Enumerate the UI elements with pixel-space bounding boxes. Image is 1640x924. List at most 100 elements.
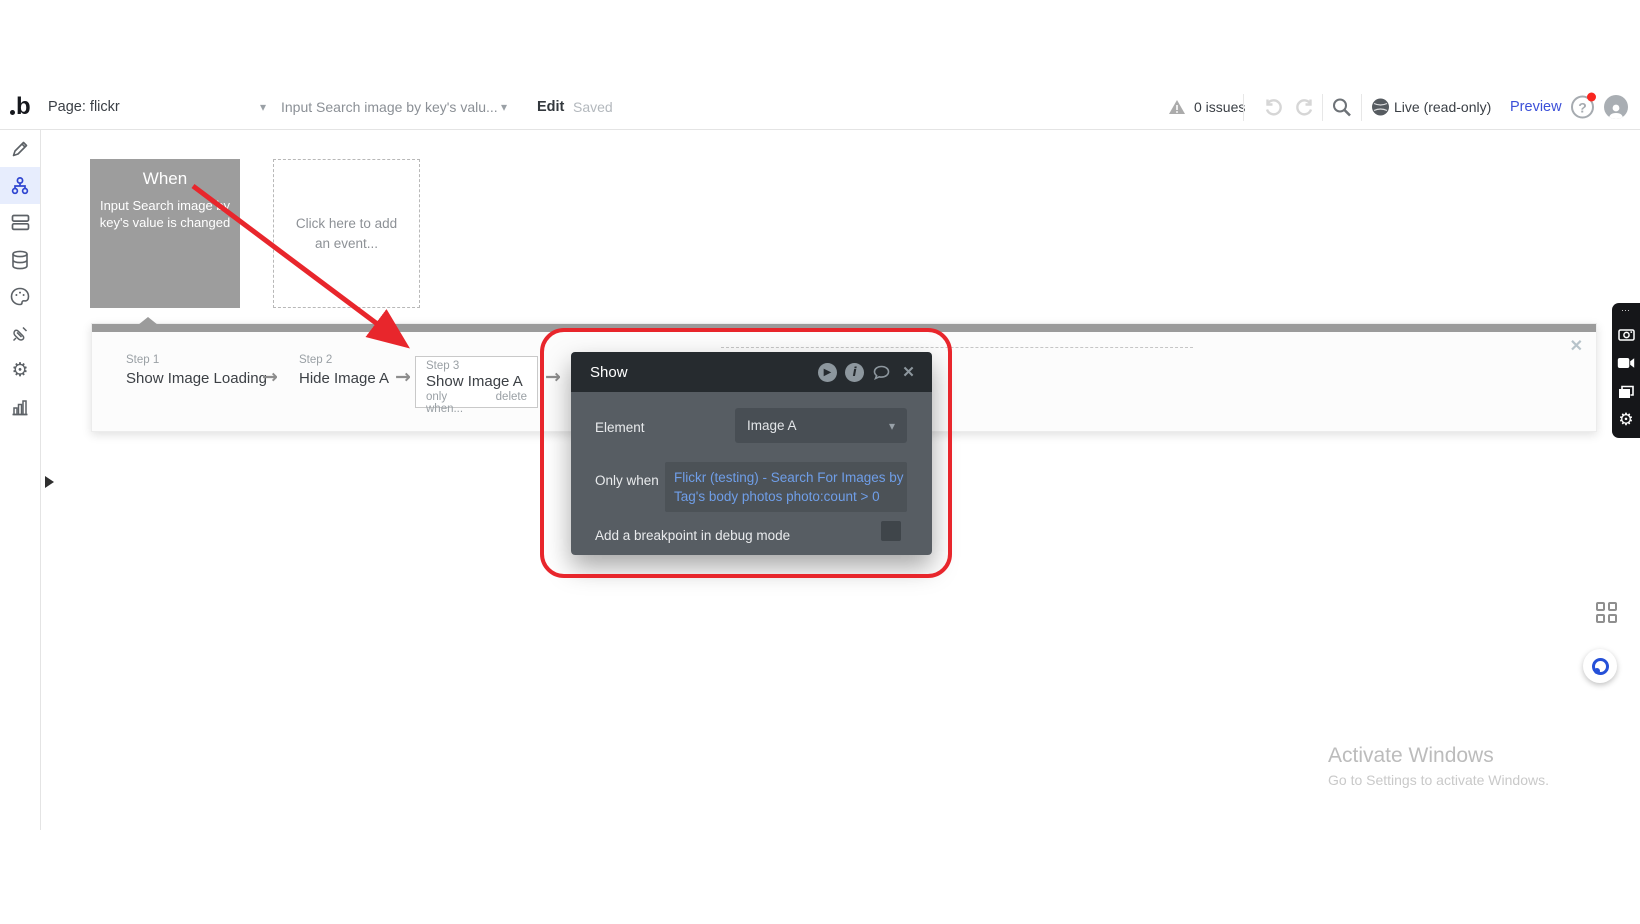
step-label: Step 1 [126,354,160,366]
sidebar-item-styles[interactable] [0,278,40,315]
element-dropdown[interactable]: Image A ▾ [735,408,907,443]
assistant-logo-icon [1591,657,1609,675]
popup-title: Show [590,363,628,381]
gear-icon: ⚙ [11,359,29,381]
step-name: Show Image A [426,373,523,390]
run-icon[interactable]: ▶ [818,362,837,382]
activate-windows-hint: Go to Settings to activate Windows. [1328,772,1549,788]
video-camera-icon [1617,357,1635,368]
preview-button[interactable]: Preview [1510,99,1562,115]
step-label: Step 3 [426,360,460,372]
edit-tab[interactable]: Edit [537,99,564,115]
pencil-icon [12,141,27,157]
comment-bubble-glyph [873,365,890,380]
step-1[interactable]: Step 1 Show Image Loading [126,354,267,387]
issues-indicator[interactable]: 0 issues [1168,99,1245,115]
palette-icon [10,287,30,306]
screen-recorder-bar: ⋯ ⚙ [1612,303,1640,438]
page-selector-label: Page: flickr [48,99,120,115]
help-button[interactable]: ? [1571,92,1596,119]
sidebar-item-workflow[interactable] [0,167,40,204]
add-event-box[interactable]: Click here to add an event... [273,159,420,308]
grid-square [1596,614,1605,623]
popup-body: Element Image A ▾ Only when Flickr (test… [571,392,932,555]
breakpoint-label: Add a breakpoint in debug mode [595,528,791,543]
activate-windows-watermark: Activate Windows [1328,744,1494,767]
sidebar-item-plugins[interactable] [0,315,40,352]
undo-button[interactable] [1262,96,1284,118]
user-avatar[interactable] [1604,95,1628,119]
bar-chart-icon [12,400,28,416]
search-button[interactable] [1331,97,1352,118]
page-selector[interactable]: Page: flickr ▾ [48,99,266,115]
issues-count: 0 issues [1194,99,1246,115]
condition-line: Flickr (testing) - Search For Images by [674,470,904,485]
sidebar-item-pages[interactable] [0,204,40,241]
toolbar-divider [1361,94,1362,121]
saved-status: Saved [573,99,613,115]
step-3-selected[interactable]: Step 3 Show Image A only when... delete [415,356,538,415]
workflow-event-selector[interactable]: Input Search image by key's valu... ▾ [281,99,507,115]
warning-icon [1169,100,1185,114]
undo-icon [1265,99,1282,116]
only-when-label: Only when [595,473,659,488]
sidebar-item-data[interactable] [0,241,40,278]
only-when-condition[interactable]: Flickr (testing) - Search For Images by … [665,462,907,512]
step-arrow-icon: → [545,366,561,388]
canvas-expand-arrow-icon[interactable] [45,476,54,488]
grid-square [1596,602,1605,611]
stacked-rows-icon [11,214,29,231]
only-when-link[interactable]: only when... [426,391,481,415]
recorder-settings-button[interactable]: ⚙ [1618,406,1633,435]
record-button[interactable] [1617,348,1635,377]
bubble-workflow-editor: b Page: flickr ▾ Input Search image by k… [0,0,1640,924]
redo-button[interactable] [1294,96,1316,118]
left-sidebar: ⚙ [0,130,41,830]
close-icon[interactable]: ✕ [1570,339,1583,355]
step-name: Hide Image A [299,370,390,387]
element-label: Element [595,420,645,435]
step-label: Step 2 [299,354,333,366]
toolbar-divider [1322,94,1323,121]
close-icon[interactable]: ✕ [899,363,918,382]
sidebar-item-design[interactable] [0,130,40,167]
overflow-dots-icon[interactable]: ⋯ [1621,305,1631,319]
grid-square [1608,614,1617,623]
redo-icon [1296,99,1313,116]
workflow-event-selector-label: Input Search image by key's valu... [281,99,498,115]
assistant-widget[interactable] [1583,649,1617,683]
chevron-down-icon: ▾ [500,100,507,114]
info-icon[interactable]: i [845,362,864,382]
windows-button[interactable] [1618,377,1634,406]
toolbar-divider [1243,94,1244,121]
bubble-logo-dot [10,109,15,115]
event-box-when[interactable]: When Input Search image by key's value i… [90,159,240,308]
globe-icon [1372,98,1389,116]
live-readonly-label: Live (read-only) [1394,99,1492,115]
sidebar-item-settings[interactable]: ⚙ [0,352,40,389]
workflow-icon [11,176,29,194]
delete-link[interactable]: delete [496,391,527,415]
element-value: Image A [747,418,797,433]
add-action-slot [721,347,1193,348]
comment-icon[interactable] [872,363,891,382]
notification-dot [1587,92,1596,102]
step-2[interactable]: Step 2 Hide Image A [299,354,389,387]
bubble-logo[interactable]: b [10,93,31,121]
condition-line: Tag's body photos photo:count > 0 [674,489,880,504]
live-globe [1371,98,1390,117]
plug-icon [12,326,27,342]
step-name: Show Image Loading [126,370,267,387]
popup-header[interactable]: Show ▶ i ✕ [571,352,932,392]
grid-square [1608,602,1617,611]
top-toolbar: b Page: flickr ▾ Input Search image by k… [0,85,1640,130]
camera-icon [1617,328,1635,341]
step-arrow-icon: → [262,366,278,388]
event-title: When [142,169,188,188]
chevron-down-icon: ▾ [888,418,895,433]
screenshot-button[interactable] [1617,319,1635,348]
layered-windows-icon [1619,385,1634,398]
extension-grid-icon[interactable] [1596,602,1618,624]
breakpoint-checkbox[interactable] [881,521,901,541]
sidebar-item-logs[interactable] [0,389,40,426]
